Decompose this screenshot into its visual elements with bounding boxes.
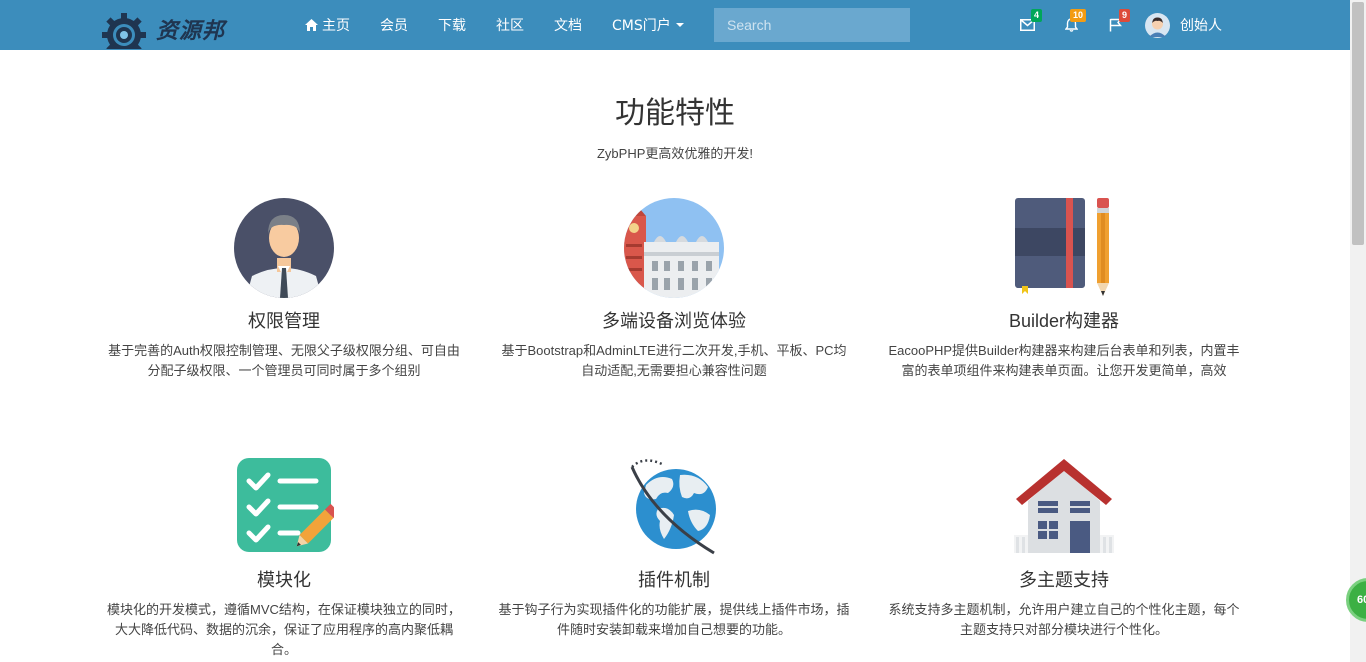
alerts-count-badge: 10 bbox=[1069, 9, 1086, 22]
nav-item-label: 文档 bbox=[554, 18, 582, 34]
main-nav: 主页 会员 下载 社区 文档 CMS门户 bbox=[290, 0, 699, 50]
city-landmark-icon bbox=[624, 198, 724, 298]
brand-logo[interactable]: 资源邦 bbox=[96, 8, 241, 50]
feature-desc: 系统支持多主题机制，允许用户建立自己的个性化主题，每个主题支持只对部分模块进行个… bbox=[888, 602, 1240, 637]
house-icon bbox=[1014, 459, 1114, 553]
feature-card: Builder构建器 EacooPHP提供Builder构建器来构建后台表单和列… bbox=[884, 198, 1244, 381]
gear-eye-logo-icon bbox=[102, 13, 146, 49]
caret-down-icon bbox=[675, 23, 684, 27]
feature-desc: 基于钩子行为实现插件化的功能扩展，提供线上插件市场，插件随时安装卸载来增加自己想… bbox=[498, 602, 850, 637]
floating-widget-label: 60 bbox=[1357, 594, 1366, 606]
messages-count-badge: 4 bbox=[1030, 9, 1042, 22]
feature-title: 权限管理 bbox=[248, 311, 320, 331]
brand-logo-text: 资源邦 bbox=[156, 18, 226, 44]
nav-item-home[interactable]: 主页 bbox=[290, 0, 365, 50]
feature-title: 多主题支持 bbox=[1019, 570, 1109, 590]
feature-card: 模块化 模块化的开发模式，遵循MVC结构，在保证模块独立的同时，大大降低代码、数… bbox=[104, 457, 464, 660]
notifications-button[interactable]: 10 bbox=[1049, 0, 1093, 50]
globe-orbit-icon bbox=[630, 459, 716, 555]
navbar-right: 4 10 9 创始人 bbox=[1005, 0, 1222, 50]
search-input[interactable] bbox=[714, 8, 910, 42]
notebook-pencil-icon bbox=[1015, 198, 1109, 296]
nav-item-member[interactable]: 会员 bbox=[365, 0, 423, 50]
tasks-button[interactable]: 9 bbox=[1093, 0, 1137, 50]
feature-title: 插件机制 bbox=[638, 570, 710, 590]
checklist-icon bbox=[237, 458, 334, 552]
feature-desc: EacooPHP提供Builder构建器来构建后台表单和列表，内置丰富的表单项组… bbox=[888, 343, 1240, 378]
section-subtitle: ZybPHP更高效优雅的开发! bbox=[596, 146, 753, 161]
feature-title: 多端设备浏览体验 bbox=[602, 311, 746, 331]
nav-item-docs[interactable]: 文档 bbox=[539, 0, 597, 50]
scrollbar-thumb[interactable] bbox=[1352, 2, 1364, 245]
feature-title: Builder构建器 bbox=[1008, 311, 1120, 331]
nav-item-download[interactable]: 下载 bbox=[423, 0, 481, 50]
nav-item-label: 社区 bbox=[496, 18, 524, 34]
user-name: 创始人 bbox=[1180, 18, 1222, 34]
nav-item-community[interactable]: 社区 bbox=[481, 0, 539, 50]
nav-item-label: 下载 bbox=[438, 18, 466, 34]
tasks-count-badge: 9 bbox=[1118, 9, 1130, 22]
user-menu[interactable]: 创始人 bbox=[1145, 0, 1222, 50]
nav-item-cms-portal[interactable]: CMS门户 bbox=[597, 0, 699, 50]
feature-card: 多主题支持 系统支持多主题机制，允许用户建立自己的个性化主题，每个主题支持只对部… bbox=[884, 457, 1244, 640]
nav-item-label: 主页 bbox=[322, 18, 350, 34]
page-scrollbar[interactable] bbox=[1350, 0, 1366, 662]
top-navbar: 资源邦 主页 会员 下载 社区 文档 CMS门户 4 10 9 bbox=[0, 0, 1350, 50]
feature-card: 插件机制 基于钩子行为实现插件化的功能扩展，提供线上插件市场，插件随时安装卸载来… bbox=[494, 457, 854, 640]
user-avatar bbox=[1145, 12, 1170, 38]
feature-desc: 基于完善的Auth权限控制管理、无限父子级权限分组、可自由分配子级权限、一个管理… bbox=[108, 343, 460, 378]
section-title: 功能特性 bbox=[615, 97, 735, 130]
feature-desc: 基于Bootstrap和AdminLTE进行二次开发,手机、平板、PC均自动适配… bbox=[501, 343, 847, 378]
messages-button[interactable]: 4 bbox=[1005, 0, 1049, 50]
floating-widget[interactable]: 60 bbox=[1346, 578, 1366, 622]
businessman-icon bbox=[234, 198, 334, 298]
feature-card: 多端设备浏览体验 基于Bootstrap和AdminLTE进行二次开发,手机、平… bbox=[494, 198, 854, 381]
home-icon bbox=[305, 19, 318, 31]
nav-item-label: CMS门户 bbox=[612, 18, 671, 34]
feature-desc: 模块化的开发模式，遵循MVC结构，在保证模块独立的同时，大大降低代码、数据的沉余… bbox=[107, 602, 461, 657]
feature-card: 权限管理 基于完善的Auth权限控制管理、无限父子级权限分组、可自由分配子级权限… bbox=[104, 198, 464, 381]
nav-item-label: 会员 bbox=[380, 18, 408, 34]
feature-title: 模块化 bbox=[257, 570, 311, 590]
